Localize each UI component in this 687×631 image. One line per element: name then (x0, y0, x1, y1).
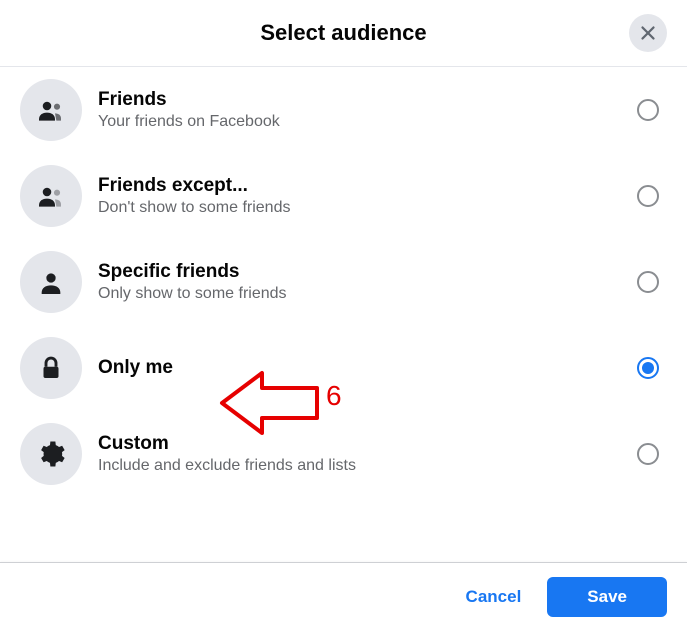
close-button[interactable] (629, 14, 667, 52)
dialog-title: Select audience (260, 20, 426, 46)
option-text: Only me (98, 357, 621, 379)
option-subtitle: Don't show to some friends (98, 199, 621, 217)
friends-icon (20, 79, 82, 141)
friends-except-icon (20, 165, 82, 227)
radio-specific-friends[interactable] (637, 271, 659, 293)
option-subtitle: Only show to some friends (98, 285, 621, 303)
option-text: Friends except... Don't show to some fri… (98, 175, 621, 217)
option-subtitle: Include and exclude friends and lists (98, 457, 621, 475)
option-title: Custom (98, 433, 621, 455)
option-friends-except[interactable]: Friends except... Don't show to some fri… (0, 153, 687, 239)
radio-friends[interactable] (637, 99, 659, 121)
option-custom[interactable]: Custom Include and exclude friends and l… (0, 411, 687, 497)
gear-icon (20, 423, 82, 485)
option-title: Specific friends (98, 261, 621, 283)
option-specific-friends[interactable]: Specific friends Only show to some frien… (0, 239, 687, 325)
radio-only-me[interactable] (637, 357, 659, 379)
specific-friends-icon (20, 251, 82, 313)
cancel-button[interactable]: Cancel (448, 577, 540, 617)
select-audience-dialog: Select audience Friends Your friends on … (0, 0, 687, 631)
save-button[interactable]: Save (547, 577, 667, 617)
options-list[interactable]: Friends Your friends on Facebook Friends… (0, 67, 687, 562)
option-title: Only me (98, 357, 621, 379)
radio-custom[interactable] (637, 443, 659, 465)
radio-friends-except[interactable] (637, 185, 659, 207)
lock-icon (20, 337, 82, 399)
dialog-footer: Cancel Save (0, 562, 687, 631)
option-only-me[interactable]: Only me (0, 325, 687, 411)
option-subtitle: Your friends on Facebook (98, 113, 621, 131)
option-text: Friends Your friends on Facebook (98, 89, 621, 131)
close-icon (637, 22, 659, 44)
dialog-header: Select audience (0, 0, 687, 67)
option-friends[interactable]: Friends Your friends on Facebook (0, 67, 687, 153)
option-title: Friends except... (98, 175, 621, 197)
option-title: Friends (98, 89, 621, 111)
option-text: Custom Include and exclude friends and l… (98, 433, 621, 475)
option-text: Specific friends Only show to some frien… (98, 261, 621, 303)
